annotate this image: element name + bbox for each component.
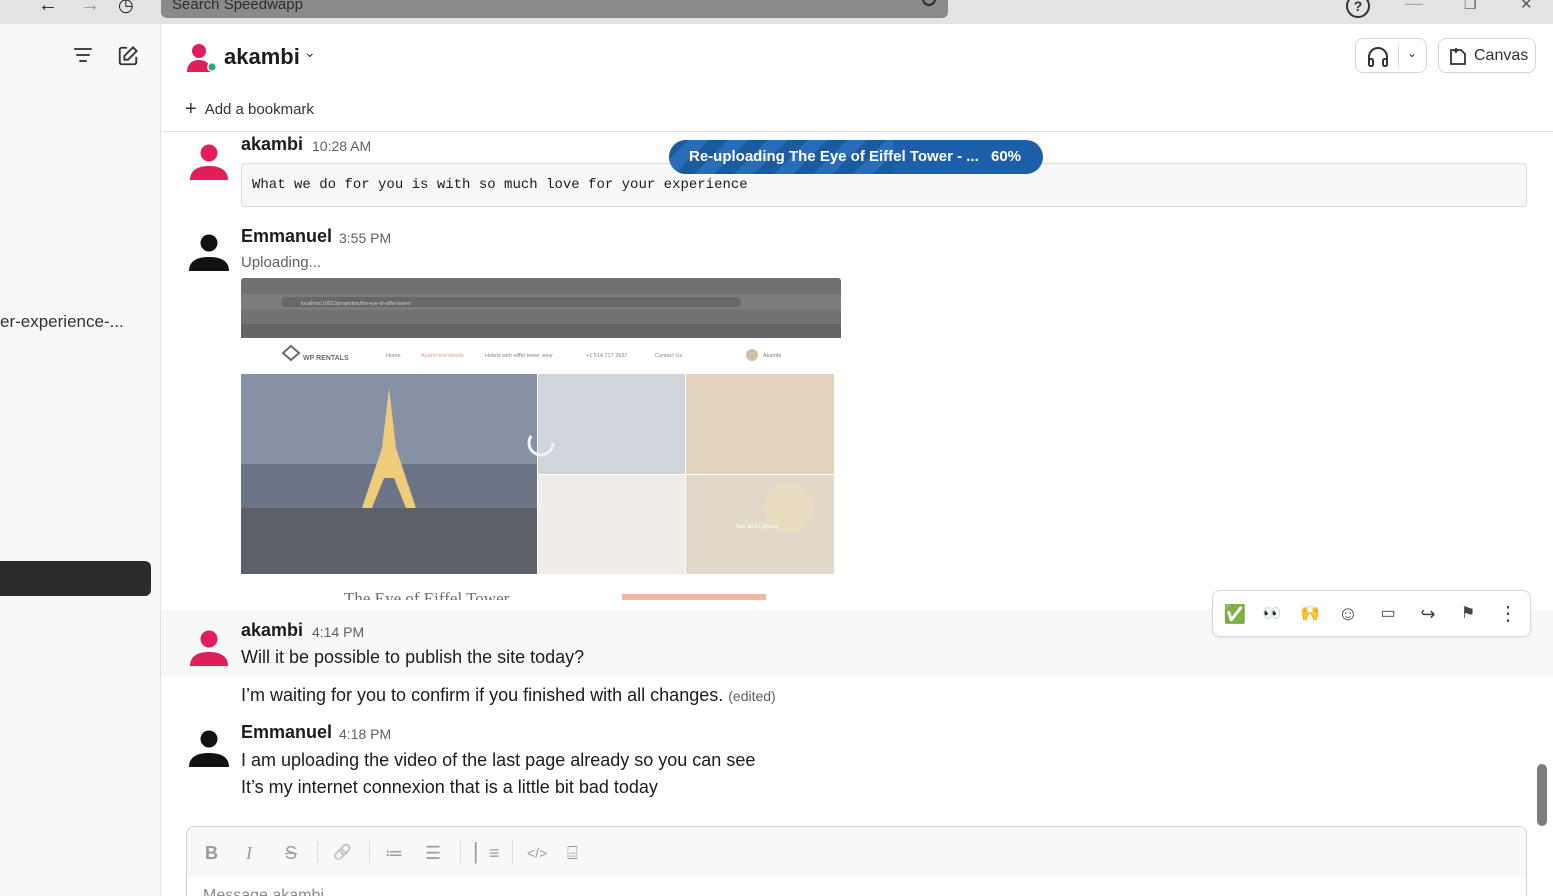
history-icon[interactable]: ◷ (118, 0, 134, 16)
italic-icon[interactable]: I (246, 843, 252, 864)
message-composer: B I S 🔗 ≔ ☰ ▏≡ </> ⌸ Message akambi (186, 826, 1527, 896)
bookmark-icon[interactable]: ⚑ (1456, 602, 1480, 626)
message-actions-toolbar: ✅ 👀 🙌 ☺ ▭ ↪ ⚑ ⋮ (1212, 590, 1531, 637)
thumb-nav-phone: +1 514 717 2637 (586, 353, 627, 359)
title-bar: ← → ◷ Search Speedwapp ? — ❐ ✕ (0, 0, 1553, 24)
code-icon[interactable]: </> (527, 845, 547, 861)
chevron-down-icon[interactable]: ⌄ (304, 44, 316, 61)
message-text: Will it be possible to publish the site … (241, 647, 585, 667)
channel-header: akambi ⌄ ⌄ Canvas + Add a bookmark (161, 24, 1553, 132)
message-body: I’m waiting for you to confirm if you fi… (241, 685, 724, 705)
search-icon (922, 0, 936, 6)
thumb-see-all: See all 12 photos (736, 524, 779, 530)
check-mark-reaction-icon[interactable]: ✅ (1223, 602, 1247, 626)
huddle-chevron-icon[interactable]: ⌄ (1407, 46, 1417, 60)
message-timestamp[interactable]: 4:14 PM (312, 624, 364, 640)
maximize-icon[interactable]: ❐ (1464, 0, 1477, 13)
add-bookmark-button[interactable]: + Add a bookmark (185, 97, 314, 120)
more-actions-icon[interactable]: ⋮ (1496, 602, 1520, 626)
sidebar: er-experience-... (0, 24, 161, 896)
filter-icon[interactable] (74, 48, 94, 64)
avatar-icon (190, 630, 228, 666)
code-block-icon[interactable]: ⌸ (567, 843, 578, 864)
help-icon[interactable]: ? (1346, 0, 1370, 18)
back-arrow-icon[interactable]: ← (38, 0, 58, 17)
message-sender[interactable]: Emmanuel (241, 722, 332, 743)
forward-arrow-icon[interactable]: → (80, 0, 100, 17)
canvas-label: Canvas (1474, 47, 1529, 64)
bold-icon[interactable]: B (205, 843, 218, 864)
thumb-nav-home: Home (386, 353, 401, 359)
huddle-button[interactable]: ⌄ (1355, 38, 1427, 73)
image-attachment[interactable]: localhost:10022/properties/the-eye-of-ei… (241, 278, 841, 600)
avatar-icon (190, 144, 228, 180)
thumb-url: localhost:10022/properties/the-eye-of-ei… (301, 301, 412, 307)
minimize-icon[interactable]: — (1405, 0, 1423, 14)
forward-icon[interactable]: ↪ (1416, 602, 1440, 626)
thumb-nav-apartment: Apartment details (421, 353, 464, 359)
eyes-reaction-icon[interactable]: 👀 (1260, 602, 1284, 626)
message-sender[interactable]: Emmanuel (241, 226, 332, 247)
plus-icon: + (185, 98, 197, 120)
message-list: akambi 10:28 AM What we do for you is wi… (161, 132, 1553, 822)
thumb-nav-user: Akambi (763, 353, 781, 359)
website-screenshot-thumbnail: localhost:10022/properties/the-eye-of-ei… (241, 278, 841, 600)
code-text: What we do for you is with so much love … (252, 177, 748, 193)
blockquote-icon[interactable]: ▏≡ (475, 843, 499, 864)
search-input[interactable]: Search Speedwapp (161, 0, 948, 18)
upload-percent: 60% (991, 148, 1022, 165)
message-sender[interactable]: akambi (241, 134, 303, 155)
message-sender[interactable]: akambi (241, 620, 303, 641)
strikethrough-icon[interactable]: S (285, 843, 297, 864)
headphones-icon (1368, 47, 1388, 67)
avatar-icon (189, 730, 229, 767)
ordered-list-icon[interactable]: ≔ (385, 843, 403, 864)
bulleted-list-icon[interactable]: ☰ (425, 843, 441, 864)
message-timestamp[interactable]: 3:55 PM (339, 230, 391, 246)
upload-label: Re-uploading The Eye of Eiffel Tower - .… (689, 148, 979, 165)
edited-label: (edited) (728, 688, 776, 704)
message-input-placeholder[interactable]: Message akambi (203, 887, 324, 896)
message-text: It’s my internet connexion that is a lit… (241, 777, 658, 797)
thumb-nav-hotels: Hotels with eiffel tower view (485, 353, 552, 359)
message-timestamp[interactable]: 10:28 AM (312, 138, 371, 154)
message-timestamp[interactable]: 4:18 PM (339, 726, 391, 742)
canvas-button[interactable]: Canvas (1438, 38, 1536, 73)
message-text: I am uploading the video of the last pag… (241, 750, 756, 770)
user-avatar-icon (187, 44, 217, 72)
scrollbar-thumb[interactable] (1537, 764, 1547, 826)
raised-hands-reaction-icon[interactable]: 🙌 (1298, 602, 1322, 626)
search-placeholder: Search Speedwapp (172, 0, 303, 13)
close-icon[interactable]: ✕ (1520, 0, 1533, 13)
thumb-title: The Eye of Eiffel Tower (344, 589, 510, 600)
sidebar-channel-item[interactable]: er-experience-... (0, 312, 124, 332)
add-bookmark-label: Add a bookmark (204, 101, 314, 118)
message-text: I’m waiting for you to confirm if you fi… (241, 685, 776, 706)
reply-thread-icon[interactable]: ▭ (1376, 602, 1400, 626)
link-icon[interactable]: 🔗 (333, 843, 352, 861)
uploading-status: Uploading... (241, 254, 322, 271)
compose-icon[interactable] (117, 45, 139, 67)
thumb-logo: WP RENTALS (303, 355, 349, 362)
upload-progress-pill[interactable]: Re-uploading The Eye of Eiffel Tower - .… (669, 140, 1043, 174)
sidebar-item-selected[interactable] (0, 561, 151, 596)
channel-title[interactable]: akambi (224, 44, 300, 70)
avatar-icon (189, 234, 229, 271)
add-reaction-icon[interactable]: ☺ (1336, 602, 1360, 626)
thumb-nav-contact: Contact Us (655, 353, 682, 359)
canvas-icon (1450, 48, 1466, 65)
